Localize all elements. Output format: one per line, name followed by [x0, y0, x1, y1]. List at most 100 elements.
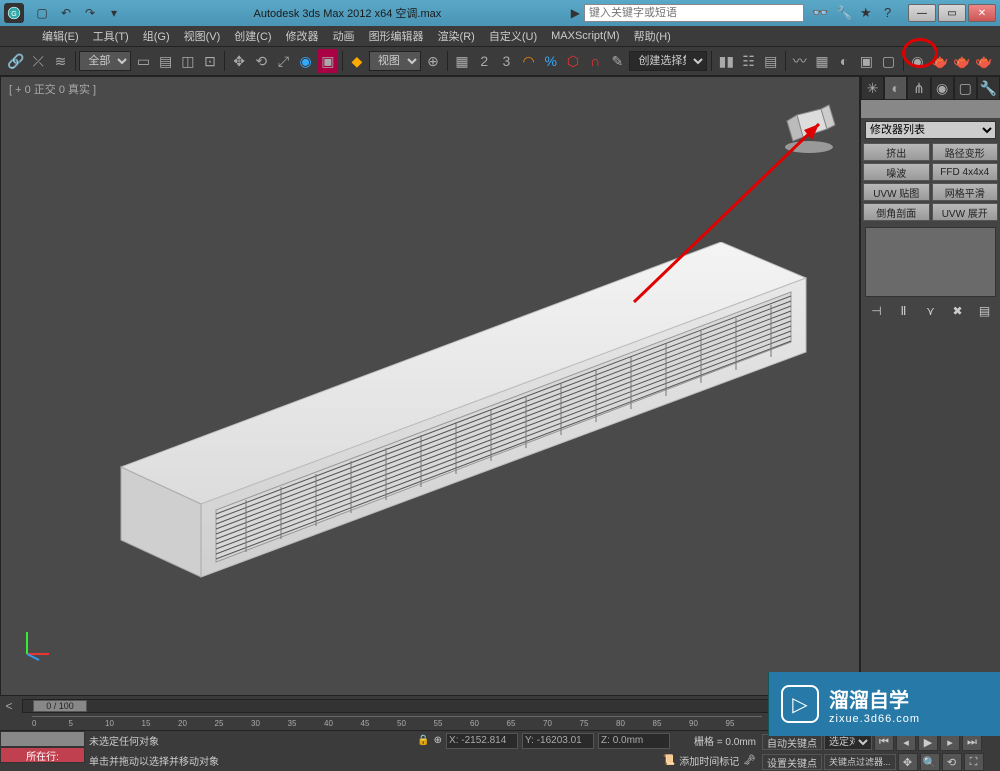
menu-render[interactable]: 渲染(R): [432, 28, 481, 44]
wrench-icon[interactable]: 🔧: [836, 5, 852, 21]
tab-modify[interactable]: ◐: [884, 76, 907, 100]
minimize-button[interactable]: —: [908, 4, 936, 22]
make-unique-icon[interactable]: ⋎: [922, 303, 940, 319]
timeline-prev-icon[interactable]: <: [0, 699, 18, 713]
menu-tools[interactable]: 工具(T): [87, 28, 135, 44]
status-tab-line[interactable]: 所在行:: [0, 747, 85, 763]
scale-icon[interactable]: ⤢: [273, 49, 293, 73]
select-icon[interactable]: ▭: [133, 49, 153, 73]
percent-snap-icon[interactable]: %: [541, 49, 561, 73]
pin-stack-icon[interactable]: ⊣: [868, 303, 886, 319]
render-setup-icon[interactable]: ▣: [856, 49, 876, 73]
menu-views[interactable]: 视图(V): [178, 28, 227, 44]
coord-z[interactable]: [598, 733, 670, 749]
modifier-stack[interactable]: [865, 227, 996, 297]
spinner-snap-icon[interactable]: ⬡: [563, 49, 583, 73]
coord-y[interactable]: [522, 733, 594, 749]
mod-uvwmap[interactable]: UVW 贴图: [863, 183, 930, 201]
time-handle[interactable]: 0 / 100: [33, 700, 87, 712]
select-similar-icon[interactable]: ▦: [452, 49, 472, 73]
maximize-button[interactable]: ▭: [938, 4, 966, 22]
close-button[interactable]: ✕: [968, 4, 996, 22]
snap3d-icon[interactable]: 3: [496, 49, 516, 73]
teapot1-icon[interactable]: 🫖: [930, 49, 950, 73]
show-end-icon[interactable]: Ⅱ: [895, 303, 913, 319]
remove-mod-icon[interactable]: ✖: [949, 303, 967, 319]
ref-coord-system[interactable]: 视图: [369, 51, 421, 71]
time-ruler[interactable]: 0 5 10 15 20 25 30 35 40 45 50 55 60 65 …: [32, 716, 762, 730]
menu-create[interactable]: 创建(C): [228, 28, 277, 44]
mod-pathdeform[interactable]: 路径变形: [932, 143, 999, 161]
move-icon[interactable]: ✥: [229, 49, 249, 73]
key-lock-icon[interactable]: 🗝: [743, 755, 756, 766]
nav-zoom-icon[interactable]: 🔍: [920, 753, 940, 771]
key-filter-button[interactable]: 关键点过滤器...: [824, 754, 896, 770]
window-crossing-icon[interactable]: ⊡: [200, 49, 220, 73]
layers-icon[interactable]: ▤: [761, 49, 781, 73]
mod-meshsmooth[interactable]: 网格平滑: [932, 183, 999, 201]
search-input[interactable]: [584, 4, 804, 22]
app-icon[interactable]: G: [4, 3, 24, 23]
bind-icon[interactable]: ≋: [50, 49, 70, 73]
render-prod-icon[interactable]: ◉: [907, 49, 927, 73]
add-time-tag[interactable]: 添加时间标记: [679, 753, 739, 768]
nav-orbit-icon[interactable]: ⟲: [942, 753, 962, 771]
menu-animation[interactable]: 动画: [327, 28, 361, 44]
key-target[interactable]: 选定对象: [824, 734, 872, 750]
qat-redo-icon[interactable]: ↷: [80, 4, 100, 22]
menu-modifiers[interactable]: 修改器: [280, 28, 325, 44]
model-object[interactable]: [81, 242, 811, 582]
viewport-label[interactable]: [ + 0 正交 0 真实 ]: [9, 81, 96, 97]
qat-dropdown-icon[interactable]: ▾: [104, 4, 124, 22]
set-key-button[interactable]: 设置关键点: [762, 754, 822, 770]
snap2d-icon[interactable]: 2: [474, 49, 494, 73]
select-name-icon[interactable]: ▤: [156, 49, 176, 73]
mod-unwrap[interactable]: UVW 展开: [932, 203, 999, 221]
tab-motion[interactable]: ◉: [931, 76, 954, 100]
schematic-icon[interactable]: ▦: [812, 49, 832, 73]
lock-icon[interactable]: 🔒: [417, 735, 429, 746]
select-manipulate-icon[interactable]: ◉: [296, 49, 316, 73]
tab-hierarchy[interactable]: ⋔: [907, 76, 930, 100]
mod-ffd[interactable]: FFD 4x4x4: [932, 163, 999, 181]
tab-display[interactable]: ▢: [954, 76, 977, 100]
material-icon[interactable]: ◐: [834, 49, 854, 73]
binoculars-icon[interactable]: 👓: [812, 5, 828, 21]
viewport[interactable]: [ + 0 正交 0 真实 ]: [0, 76, 860, 696]
magnet-icon[interactable]: ∩: [585, 49, 605, 73]
qat-new-icon[interactable]: ▢: [32, 4, 52, 22]
unlink-icon[interactable]: ⤫: [28, 49, 48, 73]
nav-max-icon[interactable]: ⛶: [964, 753, 984, 771]
select-region-icon[interactable]: ◫: [178, 49, 198, 73]
placement-icon[interactable]: ▣: [318, 49, 338, 73]
nav-pan-icon[interactable]: ✥: [898, 753, 918, 771]
link-icon[interactable]: 🔗: [6, 49, 26, 73]
star-icon[interactable]: ★: [860, 5, 876, 21]
mod-bevel[interactable]: 倒角剖面: [863, 203, 930, 221]
edit-named-icon[interactable]: ✎: [607, 49, 627, 73]
viewcube[interactable]: [779, 97, 839, 157]
help-icon[interactable]: ?: [884, 5, 900, 21]
angle-snap-icon[interactable]: ◠: [519, 49, 539, 73]
coord-x[interactable]: [446, 733, 518, 749]
time-slider[interactable]: 0 / 100: [22, 699, 838, 713]
configure-icon[interactable]: ▤: [976, 303, 994, 319]
selection-filter[interactable]: 全部: [79, 51, 131, 71]
render-frame-icon[interactable]: ▢: [878, 49, 898, 73]
auto-key-button[interactable]: 自动关键点: [762, 734, 822, 750]
menu-help[interactable]: 帮助(H): [628, 28, 677, 44]
status-tab-blank[interactable]: [0, 731, 85, 747]
coord-toggle-icon[interactable]: ⊕: [434, 735, 442, 746]
curve-editor-icon[interactable]: 〰: [790, 49, 810, 73]
named-selection[interactable]: 创建选择集: [629, 51, 707, 71]
menu-group[interactable]: 组(G): [137, 28, 176, 44]
pivot-icon[interactable]: ⊕: [423, 49, 443, 73]
coord-icon[interactable]: ◆: [347, 49, 367, 73]
tab-utilities[interactable]: 🔧: [977, 76, 1000, 100]
menu-graph[interactable]: 图形编辑器: [363, 28, 430, 44]
modifier-list[interactable]: 修改器列表: [865, 121, 996, 139]
menu-customize[interactable]: 自定义(U): [483, 28, 543, 44]
search-play-icon[interactable]: ▶: [571, 6, 580, 20]
menu-maxscript[interactable]: MAXScript(M): [545, 30, 625, 42]
align-icon[interactable]: ☷: [738, 49, 758, 73]
